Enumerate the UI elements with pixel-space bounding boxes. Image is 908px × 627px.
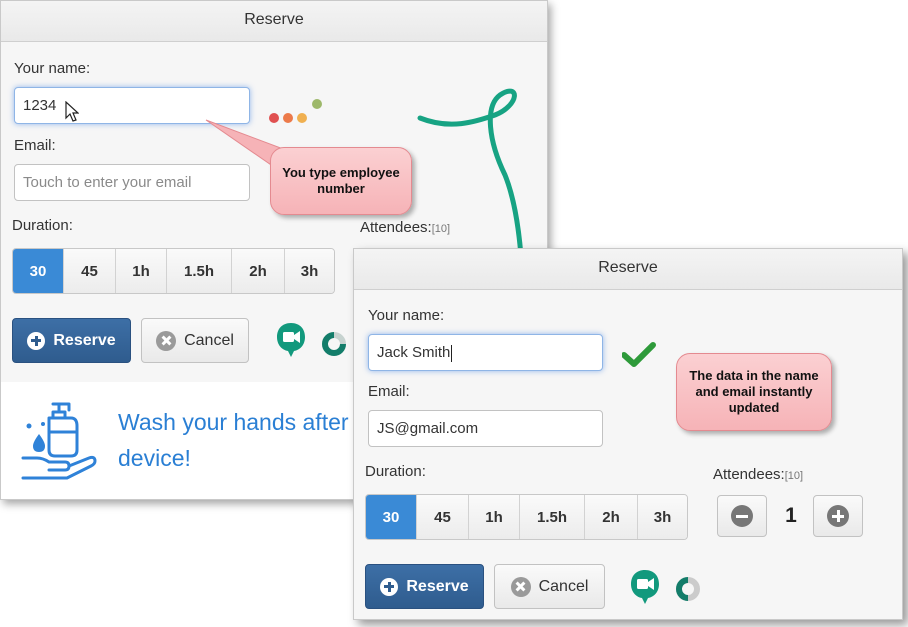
email-label: Email: (14, 137, 56, 154)
minus-circle-icon (731, 505, 753, 527)
name-input[interactable]: 1234 (14, 87, 250, 124)
plus-circle-icon (27, 331, 46, 350)
duration-label: Duration: (12, 217, 73, 234)
cancel-button-label: Cancel (538, 577, 589, 595)
duration-option[interactable]: 2h (585, 495, 638, 539)
reserve-button[interactable]: Reserve (12, 318, 131, 363)
cancel-button-label: Cancel (184, 331, 234, 349)
name-input-value: Jack Smith (377, 344, 451, 361)
name-input-value: 1234 (23, 97, 57, 114)
reserve-button[interactable]: Reserve (365, 564, 484, 609)
attendees-label-text: Attendees: (360, 219, 432, 236)
email-input[interactable] (14, 164, 250, 201)
reserve-dialog-after: Reserve Your name: Jack Smith Email: JS@… (353, 248, 903, 620)
attendees-label-text: Attendees: (713, 466, 785, 483)
progress-ring-icon (675, 577, 700, 601)
reserve-button-label: Reserve (406, 577, 469, 595)
duration-option[interactable]: 45 (417, 495, 469, 539)
notice-text: Wash your hands after device! (118, 404, 349, 476)
cancel-circle-icon (156, 330, 177, 351)
loading-dots-icon (269, 99, 322, 123)
attendees-max: [10] (784, 470, 804, 482)
duration-selector: 30 45 1h 1.5h 2h 3h (365, 494, 688, 540)
dialog-title: Reserve (1, 1, 547, 42)
email-label: Email: (368, 383, 410, 400)
duration-label: Duration: (365, 463, 426, 480)
duration-option[interactable]: 30 (366, 495, 417, 539)
cancel-circle-icon (510, 576, 531, 597)
duration-option[interactable]: 1.5h (167, 249, 232, 293)
duration-option[interactable]: 2h (232, 249, 285, 293)
reserve-button-label: Reserve (53, 331, 116, 349)
decrease-attendees-button[interactable] (717, 495, 767, 537)
cursor-icon (65, 101, 79, 122)
plus-circle-icon (380, 577, 399, 596)
callout-type-employee: You type employee number (270, 147, 412, 215)
meet-icon[interactable] (275, 321, 307, 359)
duration-option[interactable]: 30 (13, 249, 64, 293)
name-label: Your name: (368, 307, 445, 324)
text-caret (451, 344, 453, 362)
attendees-label: Attendees:[10] (360, 219, 450, 236)
increase-attendees-button[interactable] (813, 495, 863, 537)
name-label: Your name: (14, 60, 91, 77)
duration-option[interactable]: 3h (285, 249, 334, 293)
duration-option[interactable]: 1h (469, 495, 520, 539)
duration-option[interactable]: 1.5h (520, 495, 585, 539)
cancel-button[interactable]: Cancel (494, 564, 605, 609)
cancel-button[interactable]: Cancel (141, 318, 249, 363)
duration-option[interactable]: 45 (64, 249, 116, 293)
email-input-value: JS@gmail.com (377, 420, 479, 437)
name-input[interactable]: Jack Smith (368, 334, 603, 371)
duration-selector: 30 45 1h 1.5h 2h 3h (12, 248, 335, 294)
meet-icon[interactable] (629, 568, 661, 606)
progress-ring-icon (322, 332, 346, 356)
attendees-max: [10] (431, 223, 451, 235)
attendees-count: 1 (785, 504, 797, 527)
plus-circle-icon (827, 505, 849, 527)
checkmark-icon (622, 342, 656, 367)
notice-line-1: Wash your hands after (118, 409, 349, 435)
dialog-title: Reserve (354, 249, 902, 290)
email-input[interactable]: JS@gmail.com (368, 410, 603, 447)
callout-data-updated: The data in the name and email instantly… (676, 353, 832, 431)
hand-wash-icon (21, 402, 97, 480)
duration-option[interactable]: 3h (638, 495, 687, 539)
duration-option[interactable]: 1h (116, 249, 167, 293)
notice-line-2: device! (118, 445, 191, 471)
attendees-label: Attendees:[10] (713, 466, 803, 483)
